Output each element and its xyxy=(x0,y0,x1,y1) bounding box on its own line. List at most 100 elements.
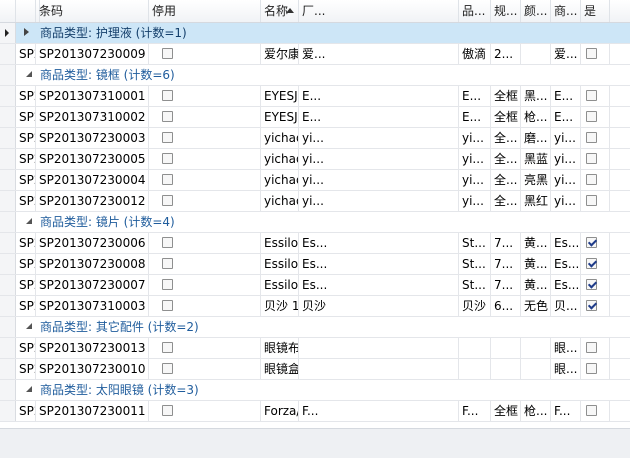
expand-group-icon[interactable] xyxy=(24,28,29,36)
cell-barcode[interactable]: SP201307230013 xyxy=(36,338,149,358)
disabled-checkbox[interactable] xyxy=(162,363,173,374)
cell-spec[interactable]: 2... xyxy=(491,44,521,64)
cell-brand[interactable]: yi... xyxy=(459,191,491,211)
cell-merch[interactable]: 眼... xyxy=(551,359,581,379)
cell-barcode[interactable]: SP201307310003 xyxy=(36,296,149,316)
disabled-checkbox[interactable] xyxy=(162,111,173,122)
disabled-checkbox[interactable] xyxy=(162,300,173,311)
column-header-maker[interactable]: 厂... xyxy=(299,0,459,22)
cell-color[interactable]: 黄... xyxy=(521,275,551,295)
cell-color[interactable]: 黄... xyxy=(521,233,551,253)
cell-merch[interactable]: 爱... xyxy=(551,44,581,64)
cell-color[interactable] xyxy=(521,338,551,358)
cell-brand[interactable]: yi... xyxy=(459,170,491,190)
flag-checkbox[interactable] xyxy=(586,48,597,59)
cell-name[interactable]: Essilor/依视路 1.67 钻晶A... xyxy=(261,254,299,274)
column-header-color[interactable]: 颜... xyxy=(521,0,551,22)
table-row[interactable]: SP201303040006SP201307230006 Essilor/依视路 … xyxy=(0,233,630,254)
cell-brand[interactable]: St... xyxy=(459,254,491,274)
cell-color[interactable] xyxy=(521,44,551,64)
cell-maker[interactable] xyxy=(299,359,459,379)
cell-barcode[interactable]: SP201307230008 xyxy=(36,254,149,274)
table-row[interactable]: SP201307310002SP201307310002 EYESJOY/爱视杰 … xyxy=(0,107,630,128)
cell-merch[interactable]: F... xyxy=(551,401,581,421)
table-row[interactable]: SP201303040004SP201307230004 yichao/亿超 βM… xyxy=(0,170,630,191)
row-indicator[interactable] xyxy=(0,317,16,337)
table-row[interactable]: SP201303040011SP201307230011 Forza/风骨 302… xyxy=(0,401,630,422)
cell-maker[interactable]: Es... xyxy=(299,275,459,295)
table-row[interactable]: SP201303040012SP201307230012 yichao/亿超 βM… xyxy=(0,191,630,212)
cell-id[interactable]: SP201303040004 xyxy=(16,170,36,190)
cell-merch[interactable]: yi... xyxy=(551,149,581,169)
cell-maker[interactable]: yi... xyxy=(299,170,459,190)
cell-color[interactable]: 黑蓝 xyxy=(521,149,551,169)
disabled-checkbox[interactable] xyxy=(162,153,173,164)
cell-brand[interactable]: yi... xyxy=(459,128,491,148)
cell-color[interactable]: 磨... xyxy=(521,128,551,148)
cell-barcode[interactable]: SP201307230005 xyxy=(36,149,149,169)
cell-brand[interactable] xyxy=(459,338,491,358)
cell-color[interactable]: 亮黑 xyxy=(521,170,551,190)
cell-color[interactable]: 黑红 xyxy=(521,191,551,211)
disabled-checkbox[interactable] xyxy=(162,132,173,143)
cell-merch[interactable]: yi... xyxy=(551,128,581,148)
disabled-checkbox[interactable] xyxy=(162,195,173,206)
row-indicator[interactable] xyxy=(0,359,16,379)
cell-maker[interactable]: E... xyxy=(299,86,459,106)
cell-merch[interactable]: E... xyxy=(551,86,581,106)
collapse-group-icon[interactable] xyxy=(23,386,32,392)
row-indicator[interactable] xyxy=(0,107,16,127)
cell-barcode[interactable]: SP201307230003 xyxy=(36,128,149,148)
cell-spec[interactable]: 全框 xyxy=(491,86,521,106)
group-row[interactable]: 商品类型: 其它配件 (计数=2) xyxy=(0,317,630,338)
flag-checkbox[interactable] xyxy=(586,195,597,206)
row-indicator[interactable] xyxy=(0,275,16,295)
disabled-checkbox[interactable] xyxy=(162,405,173,416)
cell-name[interactable]: Essilor/依视路 1.67 钻晶A... xyxy=(261,233,299,253)
row-indicator[interactable] xyxy=(0,23,16,43)
row-indicator[interactable] xyxy=(0,380,16,400)
column-header-brand[interactable]: 品... xyxy=(459,0,491,22)
flag-checkbox[interactable] xyxy=(586,153,597,164)
cell-spec[interactable] xyxy=(491,338,521,358)
table-row[interactable]: SP201307310001SP201307310001 EYESJOY/爱视杰 … xyxy=(0,86,630,107)
cell-spec[interactable]: 7... xyxy=(491,233,521,253)
disabled-checkbox[interactable] xyxy=(162,279,173,290)
cell-id[interactable]: SP201307230009 xyxy=(16,44,36,64)
cell-spec[interactable]: 6... xyxy=(491,296,521,316)
cell-id[interactable]: SP201307310003 xyxy=(16,296,36,316)
cell-spec[interactable] xyxy=(491,359,521,379)
cell-id[interactable]: SP201303040005 xyxy=(16,149,36,169)
cell-brand[interactable]: yi... xyxy=(459,149,491,169)
cell-id[interactable]: SP201303040008 xyxy=(16,254,36,274)
cell-barcode[interactable]: SP201307310002 xyxy=(36,107,149,127)
cell-name[interactable]: Essilor/依视路 1.67 钻晶A... xyxy=(261,275,299,295)
disabled-checkbox[interactable] xyxy=(162,342,173,353)
column-header-spec[interactable]: 规... xyxy=(491,0,521,22)
cell-id[interactable]: SP201303040006 xyxy=(16,233,36,253)
cell-id[interactable]: SP201303040003 xyxy=(16,128,36,148)
column-header-disabled[interactable]: 停用 xyxy=(149,0,261,22)
cell-name[interactable]: yichao/亿超 βMemory 记... xyxy=(261,191,299,211)
disabled-checkbox[interactable] xyxy=(162,258,173,269)
cell-barcode[interactable]: SP201307230010 xyxy=(36,359,149,379)
group-row[interactable]: 商品类型: 太阳眼镜 (计数=3) xyxy=(0,380,630,401)
cell-merch[interactable]: Es... xyxy=(551,233,581,253)
cell-name[interactable]: EYESJOY/爱视杰 纯钛半... xyxy=(261,107,299,127)
cell-brand[interactable]: 贝沙 xyxy=(459,296,491,316)
row-indicator[interactable] xyxy=(0,212,16,232)
disabled-checkbox[interactable] xyxy=(162,90,173,101)
cell-barcode[interactable]: SP201307230007 xyxy=(36,275,149,295)
row-indicator[interactable] xyxy=(0,338,16,358)
table-row[interactable]: SP201307230009SP201307230009 爱尔康 傲滴 隐形眼镜护… xyxy=(0,44,630,65)
cell-brand[interactable]: St... xyxy=(459,275,491,295)
cell-brand[interactable]: 傲滴 xyxy=(459,44,491,64)
cell-name[interactable]: 贝沙 1.80 镀膜玻璃镜片 xyxy=(261,296,299,316)
cell-barcode[interactable]: SP201307230006 xyxy=(36,233,149,253)
cell-spec[interactable]: 全... xyxy=(491,191,521,211)
disabled-checkbox[interactable] xyxy=(162,48,173,59)
row-indicator[interactable] xyxy=(0,296,16,316)
cell-barcode[interactable]: SP201307230011 xyxy=(36,401,149,421)
flag-checkbox[interactable] xyxy=(586,300,597,311)
cell-id[interactable]: SP201303040013 xyxy=(16,338,36,358)
